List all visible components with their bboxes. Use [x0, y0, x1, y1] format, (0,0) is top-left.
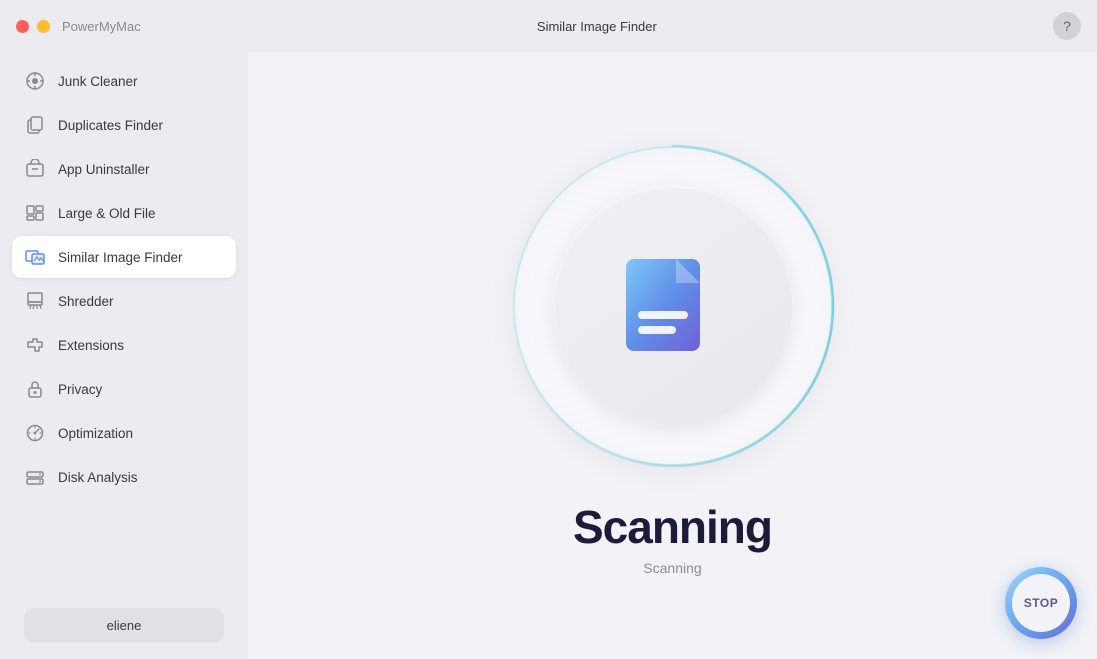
- minimize-button[interactable]: [37, 20, 50, 33]
- help-button[interactable]: ?: [1053, 12, 1081, 40]
- extensions-icon: [24, 334, 46, 356]
- sidebar-item-extensions[interactable]: Extensions: [12, 324, 236, 366]
- stop-button[interactable]: STOP: [1005, 567, 1077, 639]
- main-layout: Junk Cleaner Duplicates Finder App Unins…: [0, 52, 1097, 659]
- sidebar-item-junk-cleaner[interactable]: Junk Cleaner: [12, 60, 236, 102]
- large-old-file-icon: [24, 202, 46, 224]
- extensions-label: Extensions: [58, 338, 124, 353]
- sidebar-item-disk-analysis[interactable]: Disk Analysis: [12, 456, 236, 498]
- shredder-label: Shredder: [58, 294, 114, 309]
- titlebar: PowerMyMac Similar Image Finder ?: [0, 0, 1097, 52]
- sidebar-footer: eliene: [12, 600, 236, 651]
- duplicates-finder-label: Duplicates Finder: [58, 118, 163, 133]
- app-uninstaller-icon: [24, 158, 46, 180]
- user-button[interactable]: eliene: [24, 608, 224, 643]
- large-old-file-label: Large & Old File: [58, 206, 156, 221]
- privacy-icon: [24, 378, 46, 400]
- sidebar: Junk Cleaner Duplicates Finder App Unins…: [0, 52, 248, 659]
- titlebar-center-title: Similar Image Finder: [141, 19, 1053, 34]
- stop-button-container: STOP: [1005, 567, 1077, 639]
- disk-analysis-icon: [24, 466, 46, 488]
- shredder-icon: [24, 290, 46, 312]
- sidebar-item-large-old-file[interactable]: Large & Old File: [12, 192, 236, 234]
- sidebar-item-similar-image-finder[interactable]: Similar Image Finder: [12, 236, 236, 278]
- scanning-title: Scanning: [573, 500, 772, 554]
- stop-button-label: STOP: [1024, 596, 1058, 610]
- disk-analysis-label: Disk Analysis: [58, 470, 138, 485]
- app-uninstaller-label: App Uninstaller: [58, 162, 150, 177]
- optimization-icon: [24, 422, 46, 444]
- sidebar-item-duplicates-finder[interactable]: Duplicates Finder: [12, 104, 236, 146]
- scan-container: Scanning Scanning: [503, 136, 843, 576]
- duplicates-finder-icon: [24, 114, 46, 136]
- sidebar-item-optimization[interactable]: Optimization: [12, 412, 236, 454]
- privacy-label: Privacy: [58, 382, 102, 397]
- optimization-label: Optimization: [58, 426, 133, 441]
- orbit-container: [503, 136, 843, 476]
- similar-image-finder-label: Similar Image Finder: [58, 250, 183, 265]
- sidebar-item-privacy[interactable]: Privacy: [12, 368, 236, 410]
- close-button[interactable]: [16, 20, 29, 33]
- content-area: Scanning Scanning STOP: [248, 52, 1097, 659]
- scanning-subtitle: Scanning: [643, 560, 701, 576]
- sidebar-item-shredder[interactable]: Shredder: [12, 280, 236, 322]
- traffic-lights: [16, 20, 50, 33]
- document-icon: [618, 241, 728, 371]
- junk-cleaner-label: Junk Cleaner: [58, 74, 138, 89]
- inner-circle: [553, 186, 793, 426]
- similar-image-finder-icon: [24, 246, 46, 268]
- junk-cleaner-icon: [24, 70, 46, 92]
- sidebar-item-app-uninstaller[interactable]: App Uninstaller: [12, 148, 236, 190]
- app-title: PowerMyMac: [62, 19, 141, 34]
